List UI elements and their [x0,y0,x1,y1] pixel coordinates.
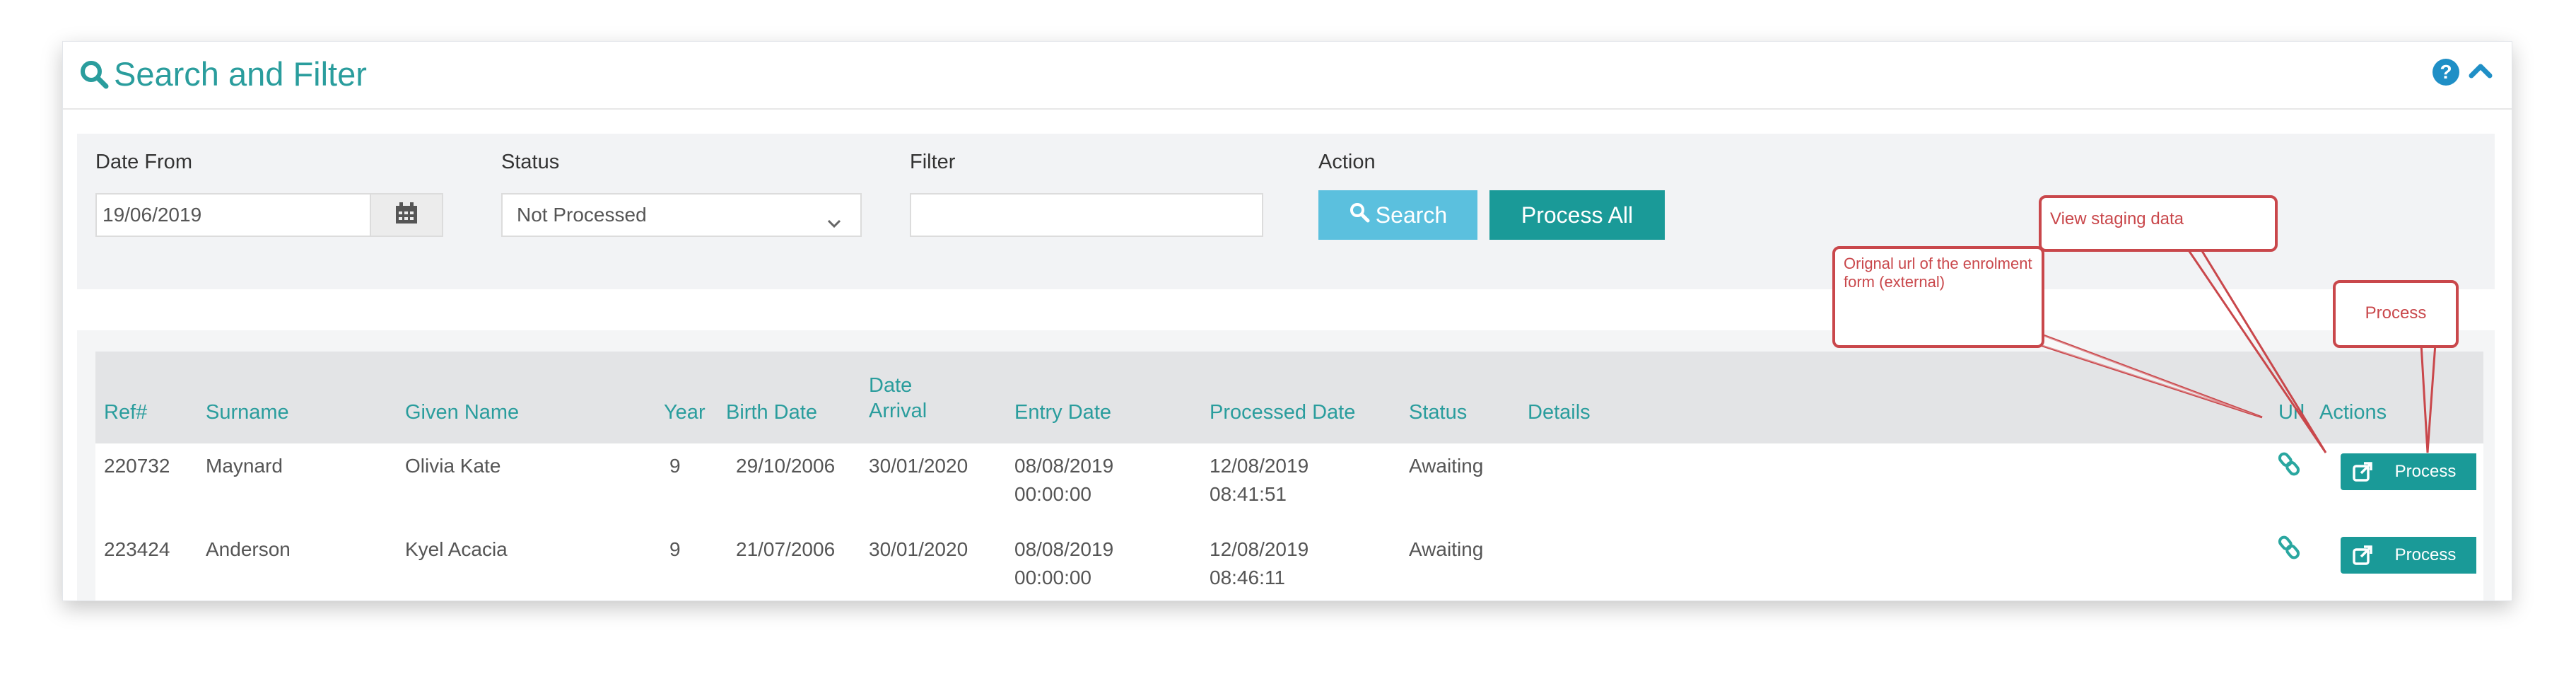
annotation-process: Process [2333,280,2459,348]
arrow-process [2420,343,2437,453]
annotation-view-staging: View staging data [2039,195,2278,252]
annotation-arrows [2035,245,2437,453]
annotation-original-url: Orignal url of the enrolment form (exter… [1832,246,2044,348]
arrow-view-staging [2184,245,2327,453]
